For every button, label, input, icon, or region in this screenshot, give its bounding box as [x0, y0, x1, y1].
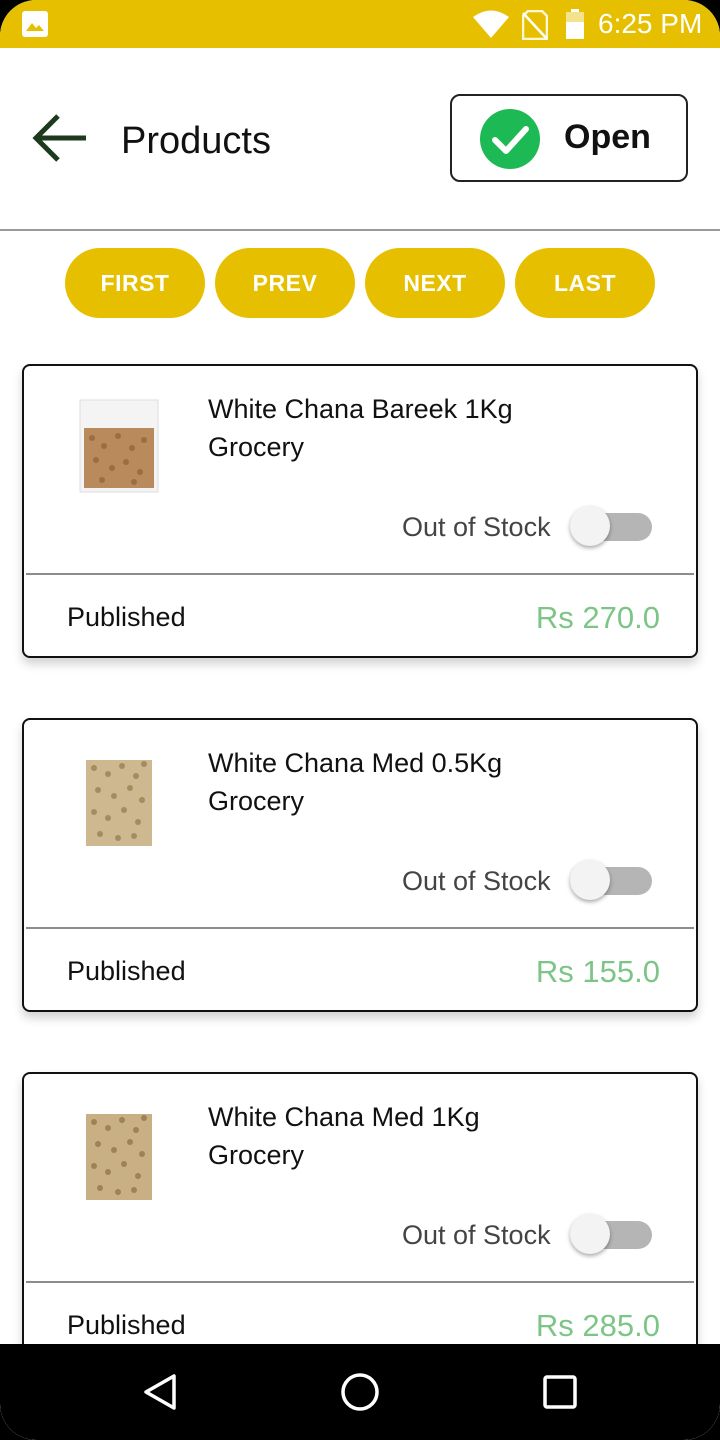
card-divider [26, 927, 694, 929]
status-bar: 6:25 PM [0, 0, 720, 48]
product-price: Rs 285.0 [535, 1308, 660, 1343]
nav-recent-icon[interactable] [542, 1374, 578, 1410]
check-circle-icon [480, 109, 540, 169]
out-of-stock-label: Out of Stock [402, 866, 551, 896]
header-divider [0, 229, 720, 231]
arrow-left-icon[interactable] [30, 108, 90, 168]
card-divider [26, 573, 694, 575]
toggle-knob [570, 1214, 610, 1254]
status-time: 6:25 PM [598, 8, 703, 39]
battery-icon [566, 9, 584, 39]
out-of-stock-toggle[interactable] [570, 1214, 654, 1256]
product-category: Grocery [208, 1140, 305, 1170]
screen: 6:25 PM Products Open FIRST PREV NEXT LA… [0, 0, 720, 1440]
prev-page-button[interactable]: PREV [215, 248, 355, 318]
open-label: Open [564, 118, 651, 156]
toggle-knob [570, 860, 610, 900]
product-card[interactable]: White Chana Bareek 1Kg Grocery Out of St… [22, 364, 698, 658]
out-of-stock-toggle[interactable] [570, 506, 654, 548]
product-name: White Chana Bareek 1Kg [208, 394, 513, 424]
nav-home-icon[interactable] [340, 1372, 380, 1412]
pagination: FIRST PREV NEXT LAST [65, 248, 665, 318]
app-header: Products Open [0, 48, 720, 230]
first-page-button[interactable]: FIRST [65, 248, 205, 318]
gallery-icon [22, 11, 48, 37]
product-name: White Chana Med 1Kg [208, 1102, 480, 1132]
open-status-button[interactable]: Open [450, 94, 688, 182]
out-of-stock-toggle[interactable] [570, 860, 654, 902]
product-category: Grocery [208, 786, 305, 816]
publish-status: Published [67, 602, 186, 632]
product-card[interactable]: White Chana Med 0.5Kg Grocery Out of Sto… [22, 718, 698, 1012]
last-page-button[interactable]: LAST [515, 248, 655, 318]
toggle-knob [570, 506, 610, 546]
nav-back-icon[interactable] [140, 1372, 180, 1412]
publish-status: Published [67, 956, 186, 986]
product-image [86, 1114, 152, 1200]
card-divider [26, 1281, 694, 1283]
system-nav-bar [0, 1344, 720, 1440]
wifi-icon [473, 10, 509, 38]
next-page-button[interactable]: NEXT [365, 248, 505, 318]
product-image [86, 760, 152, 846]
product-category: Grocery [208, 432, 305, 462]
out-of-stock-label: Out of Stock [402, 1220, 551, 1250]
out-of-stock-label: Out of Stock [402, 512, 551, 542]
product-price: Rs 270.0 [535, 600, 660, 635]
product-price: Rs 155.0 [535, 954, 660, 989]
product-name: White Chana Med 0.5Kg [208, 748, 503, 778]
no-sim-icon [522, 10, 548, 40]
product-card[interactable]: White Chana Med 1Kg Grocery Out of Stock… [22, 1072, 698, 1366]
publish-status: Published [67, 1310, 186, 1340]
product-image [79, 399, 159, 493]
page-title: Products [121, 120, 271, 162]
